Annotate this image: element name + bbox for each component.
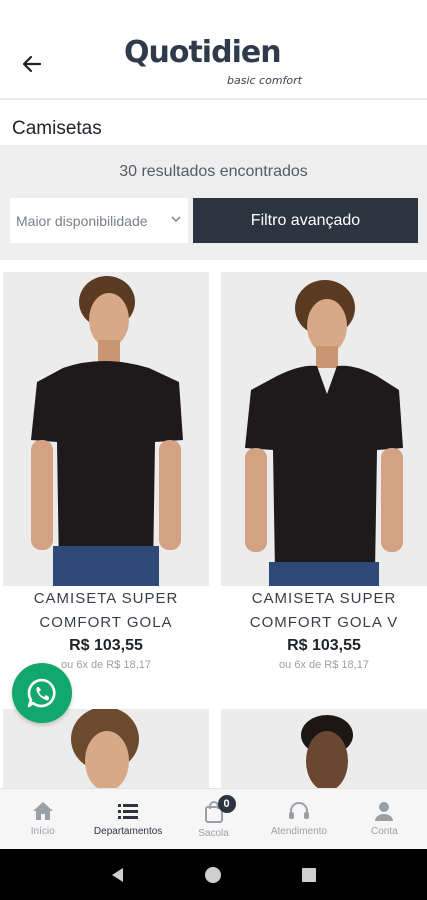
user-icon (375, 802, 394, 821)
model-crew-neck-photo (3, 272, 209, 586)
recents-square-icon[interactable] (300, 866, 318, 884)
back-triangle-icon[interactable] (109, 866, 127, 884)
product-installments: ou 6x de R$ 18,17 (279, 659, 369, 671)
nav-item-departamentos[interactable]: Departamentos (85, 789, 170, 849)
sort-dropdown[interactable]: Maior disponibilidade (10, 198, 188, 243)
nav-item-inicio[interactable]: Início (0, 789, 85, 849)
nav-item-conta[interactable]: Conta (342, 789, 427, 849)
product-card[interactable]: CAMISETA SUPER COMFORT GOLA R$ 103,55 ou… (3, 272, 209, 671)
product-name-line2: COMFORT GOLA V (249, 614, 399, 631)
brand-logo[interactable]: Quotidien basic comfort (124, 34, 306, 94)
product-image[interactable] (3, 272, 209, 586)
nav-label: Departamentos (93, 826, 163, 837)
product-price: R$ 103,55 (287, 637, 361, 654)
list-icon (118, 804, 139, 819)
filter-bar: 30 resultados encontrados Maior disponib… (0, 145, 427, 260)
model-v-neck-photo (221, 272, 427, 586)
brand-tagline: basic comfort (227, 74, 302, 87)
advanced-filter-button[interactable]: Filtro avançado (193, 198, 418, 243)
product-image[interactable] (221, 709, 427, 789)
page-title: Camisetas (12, 118, 102, 139)
chevron-down-icon (171, 216, 181, 222)
nav-item-sacola[interactable]: 0 Sacola (171, 789, 256, 849)
product-name-line1: CAMISETA SUPER (251, 590, 397, 607)
app-header: Quotidien basic comfort (0, 0, 427, 100)
nav-label: Sacola (198, 828, 229, 839)
product-price: R$ 103,55 (69, 637, 143, 654)
nav-item-atendimento[interactable]: Atendimento (256, 789, 341, 849)
bottom-navigation: Início Departamentos 0 Sacola Atendiment… (0, 788, 427, 849)
results-count: 30 resultados encontrados (119, 163, 308, 180)
nav-label: Atendimento (270, 826, 327, 837)
headset-icon (288, 802, 309, 819)
cart-count-badge: 0 (217, 795, 236, 813)
whatsapp-button[interactable] (12, 663, 72, 723)
nav-label: Início (30, 826, 55, 837)
system-navigation-bar (0, 849, 427, 900)
home-icon (32, 802, 53, 820)
product-name-line2: COMFORT GOLA (39, 614, 173, 631)
product-card[interactable]: CAMISETA SUPER COMFORT GOLA V R$ 103,55 … (221, 272, 427, 671)
product-image[interactable] (221, 272, 427, 586)
sort-value: Maior disponibilidade (16, 212, 148, 229)
model-photo (221, 709, 427, 789)
product-name-line1: CAMISETA SUPER (33, 590, 179, 607)
product-card[interactable] (221, 709, 427, 789)
whatsapp-icon (27, 678, 56, 708)
home-circle-icon[interactable] (204, 866, 222, 884)
brand-name: Quotidien (124, 35, 282, 70)
arrow-left-icon (22, 55, 42, 73)
nav-label: Conta (370, 826, 398, 837)
back-button[interactable] (16, 48, 48, 80)
